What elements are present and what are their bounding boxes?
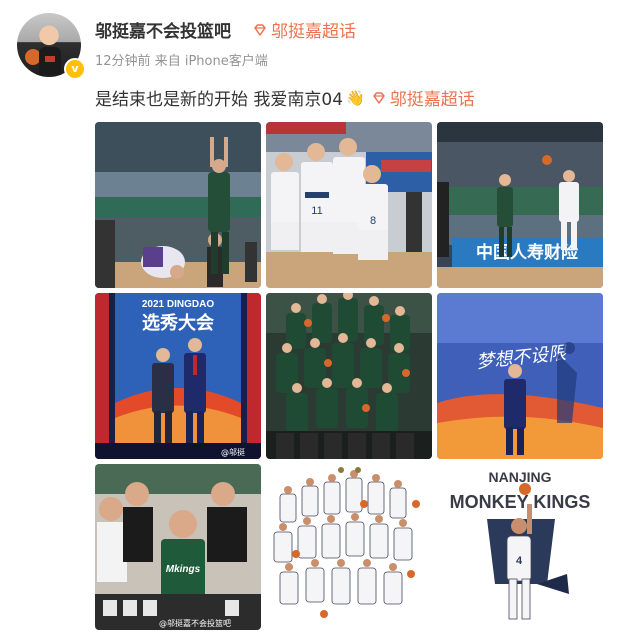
draft-title: 2021 DINGDAO [142,299,214,310]
super-topic-link[interactable]: 邬挺嘉超话 [252,17,356,42]
post-body: 是结束也是新的开始 我爱南京04 [95,90,344,110]
diamond-icon [254,23,266,36]
image-3-game-action[interactable]: 中国人寿财险 [437,122,603,288]
image-2-team-photo[interactable]: 11 8 [266,122,432,288]
jersey-wordmark: Mkings [166,564,201,575]
post-time[interactable]: 12分钟前 [95,54,151,69]
inline-topic-link[interactable]: 邬挺嘉超话 [371,85,475,110]
team-wordmark: MONKEY KINGS [450,492,591,512]
image-5-team-poster[interactable] [266,293,432,459]
jersey-graphic [39,47,61,75]
image-1-free-throw[interactable] [95,122,261,288]
image-6-dream-poster[interactable]: 梦想不设限 [437,293,603,459]
draft-banner: 选秀大会 [142,312,214,334]
jersey-number-11: 11 [311,205,322,217]
image-7-jersey-signing[interactable]: Mkings @邬挺嘉不会投篮吧 [95,464,261,630]
image-grid: 11 8 中国人寿财险 2021 DINGDAO 选秀大会 @邬挺 梦想不设限 … [95,122,603,630]
wave-emoji-icon: 👋 [346,88,365,107]
city-wordmark: NANJING [488,469,551,485]
post-text: 是结束也是新的开始 我爱南京04 👋 邬挺嘉超话 [95,85,475,111]
image-9-monkey-kings-illustration[interactable]: NANJING MONKEY KINGS 4 [437,464,603,630]
image-8-illustrated-team[interactable] [266,464,432,630]
image-watermark: @邬挺嘉不会投篮吧 [159,618,231,628]
jersey-number-8: 8 [370,215,376,227]
verified-badge-icon: v [64,58,86,80]
source-prefix: 来自 [154,54,181,69]
draft-watermark: @邬挺 [221,447,245,457]
post-meta: 12分钟前 来自 iPhone客户端 [95,50,268,69]
super-topic-label: 邬挺嘉超话 [271,22,356,42]
illustrated-jersey-number: 4 [516,555,523,567]
username[interactable]: 邬挺嘉不会投篮吧 [95,17,231,42]
image-4-draft-ceremony[interactable]: 2021 DINGDAO 选秀大会 @邬挺 [95,293,261,459]
diamond-icon [372,91,385,104]
inline-topic-label: 邬挺嘉超话 [389,90,475,110]
source-device[interactable]: iPhone客户端 [185,54,268,69]
